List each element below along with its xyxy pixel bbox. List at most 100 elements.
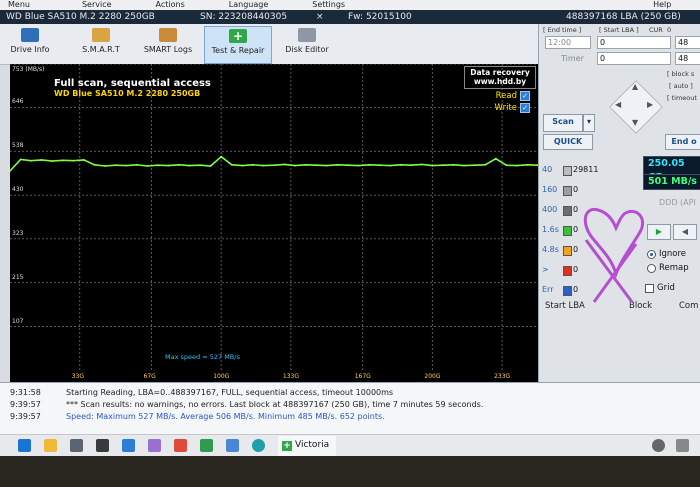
cur-label: CUR: [649, 26, 663, 34]
nav-left-icon[interactable]: ◀: [615, 100, 621, 109]
log-message: Speed: Maximum 527 MB/s. Average 506 MB/…: [66, 412, 385, 421]
read-speed-point: [452, 163, 455, 166]
counter-label: >: [542, 265, 549, 274]
log-time: 9:31:58: [10, 388, 41, 397]
read-speed-point: [304, 163, 307, 166]
end-lba-field-2[interactable]: 48: [675, 52, 700, 65]
edge-icon[interactable]: [252, 439, 265, 452]
read-speed-point: [135, 163, 138, 166]
smart-logs-label: SMART Logs: [143, 45, 193, 54]
end-value-label: 0: [667, 26, 672, 34]
menu-item-language[interactable]: Language: [221, 0, 282, 10]
read-speed-point: [146, 165, 149, 167]
read-speed-point: [40, 159, 43, 161]
timer-label: Timer: [561, 54, 584, 63]
read-speed-point: [125, 164, 127, 167]
counter-label: 160: [542, 185, 558, 194]
log-message: *** Scan results: no warnings, no errors…: [66, 400, 484, 409]
read-speed-point: [262, 164, 265, 167]
counter-label: 400: [542, 205, 558, 214]
drive-model: WD Blue SA510 M.2 2280 250GB: [6, 12, 155, 22]
scan-dropdown-button[interactable]: ▾: [583, 114, 595, 132]
read-speed-point: [72, 159, 75, 162]
main-toolbar: Drive Info S.M.A.R.T SMART Logs + Test &…: [0, 24, 540, 65]
read-speed-point: [389, 164, 391, 167]
handwritten-mark: [583, 207, 645, 303]
read-speed-point: [516, 164, 518, 167]
read-speed-point: [62, 159, 64, 162]
disk-editor-button[interactable]: Disk Editor: [278, 26, 336, 62]
read-speed-point: [114, 164, 117, 166]
block-size-label: [ block s: [667, 70, 695, 78]
read-speed-point: [484, 163, 487, 166]
taskbar-app-icon[interactable]: [174, 439, 187, 452]
network-icon[interactable]: [652, 439, 665, 452]
heart-scribble: [583, 207, 645, 279]
tab-com[interactable]: Com: [679, 301, 698, 311]
read-speed-point: [505, 164, 508, 166]
ddd-label[interactable]: DDD (API: [659, 198, 696, 207]
scan-button[interactable]: Scan: [543, 114, 583, 132]
read-checkbox-icon[interactable]: ✓: [520, 91, 530, 101]
back-button[interactable]: ◀: [673, 224, 697, 240]
legend-write[interactable]: Write ✓: [495, 103, 530, 113]
taskbar-app-icon[interactable]: [122, 439, 135, 452]
menu-item-help[interactable]: Help: [645, 0, 685, 10]
read-speed-point: [188, 164, 191, 167]
start-menu-icon[interactable]: [18, 439, 31, 452]
file-explorer-icon[interactable]: [44, 439, 57, 452]
taskbar-app-icon[interactable]: [148, 439, 161, 452]
disk-editor-icon: [298, 28, 316, 42]
log-time: 9:39:57: [10, 412, 41, 421]
drive-info-button[interactable]: Drive Info: [0, 26, 60, 62]
legend-write-label: Write: [494, 103, 517, 113]
response-counter: 40 29811: [539, 164, 639, 178]
graph-title: Full scan, sequential access: [54, 78, 211, 89]
speed-graph: 753 (MB/s) Full scan, sequential access …: [10, 64, 538, 382]
taskbar-app-icon[interactable]: [226, 439, 239, 452]
read-speed-point: [336, 163, 339, 166]
auto-label: [ auto ]: [669, 82, 693, 90]
nav-up-icon[interactable]: ▲: [632, 82, 638, 91]
legend-read-label: Read: [495, 91, 517, 101]
counter-value: 0: [573, 185, 579, 194]
data-recovery-badge[interactable]: Data recovery www.hdd.by: [464, 66, 536, 89]
quick-button[interactable]: QUICK: [543, 134, 593, 150]
y-tick-label: 430: [12, 186, 24, 194]
read-speed-point: [199, 164, 201, 166]
end-lba-field[interactable]: 48: [675, 36, 700, 49]
test-repair-button[interactable]: + Test & Repair: [204, 26, 272, 64]
legend-read[interactable]: Read ✓: [496, 91, 530, 101]
start-lba-field[interactable]: 0: [597, 36, 671, 49]
timer-field[interactable]: 0: [597, 52, 671, 65]
smart-button[interactable]: S.M.A.R.T: [72, 26, 130, 62]
menu-item-actions[interactable]: Actions: [148, 0, 199, 10]
tray-icon[interactable]: [676, 439, 689, 452]
end-of-disk-button[interactable]: End o: [665, 134, 700, 150]
read-speed-point: [421, 163, 423, 166]
drive-info-label: Drive Info: [10, 45, 50, 54]
close-drive-icon[interactable]: ×: [316, 10, 324, 24]
read-speed-point: [19, 158, 22, 161]
smart-logs-button[interactable]: SMART Logs: [138, 26, 198, 62]
taskbar-app-icon[interactable]: [70, 439, 83, 452]
drive-lba: 488397168 LBA (250 GB): [566, 12, 681, 22]
drive-serial: SN: 223208440305: [200, 12, 288, 22]
counter-color-icon: [563, 286, 572, 296]
taskbar-app-icon[interactable]: [200, 439, 213, 452]
end-time-field[interactable]: 12:00: [545, 36, 591, 49]
data-recovery-line1: Data recovery: [470, 68, 530, 77]
nav-right-icon[interactable]: ▶: [647, 100, 653, 109]
read-speed-point: [241, 164, 244, 167]
menu-item-settings[interactable]: Settings: [304, 0, 359, 10]
write-checkbox-icon[interactable]: ✓: [520, 103, 530, 113]
menu-item-menu[interactable]: Menu: [0, 0, 44, 10]
max-speed-label: Max speed = 527 MB/s: [165, 353, 240, 361]
x-tick-label: 133G: [282, 373, 299, 380]
nav-down-icon[interactable]: ▼: [632, 118, 638, 127]
smart-label: S.M.A.R.T: [82, 45, 120, 54]
taskbar-app-icon[interactable]: [96, 439, 109, 452]
taskbar-victoria-button[interactable]: + Victoria: [278, 436, 336, 458]
counter-color-icon: [563, 226, 572, 236]
menu-item-service[interactable]: Service: [74, 0, 126, 10]
